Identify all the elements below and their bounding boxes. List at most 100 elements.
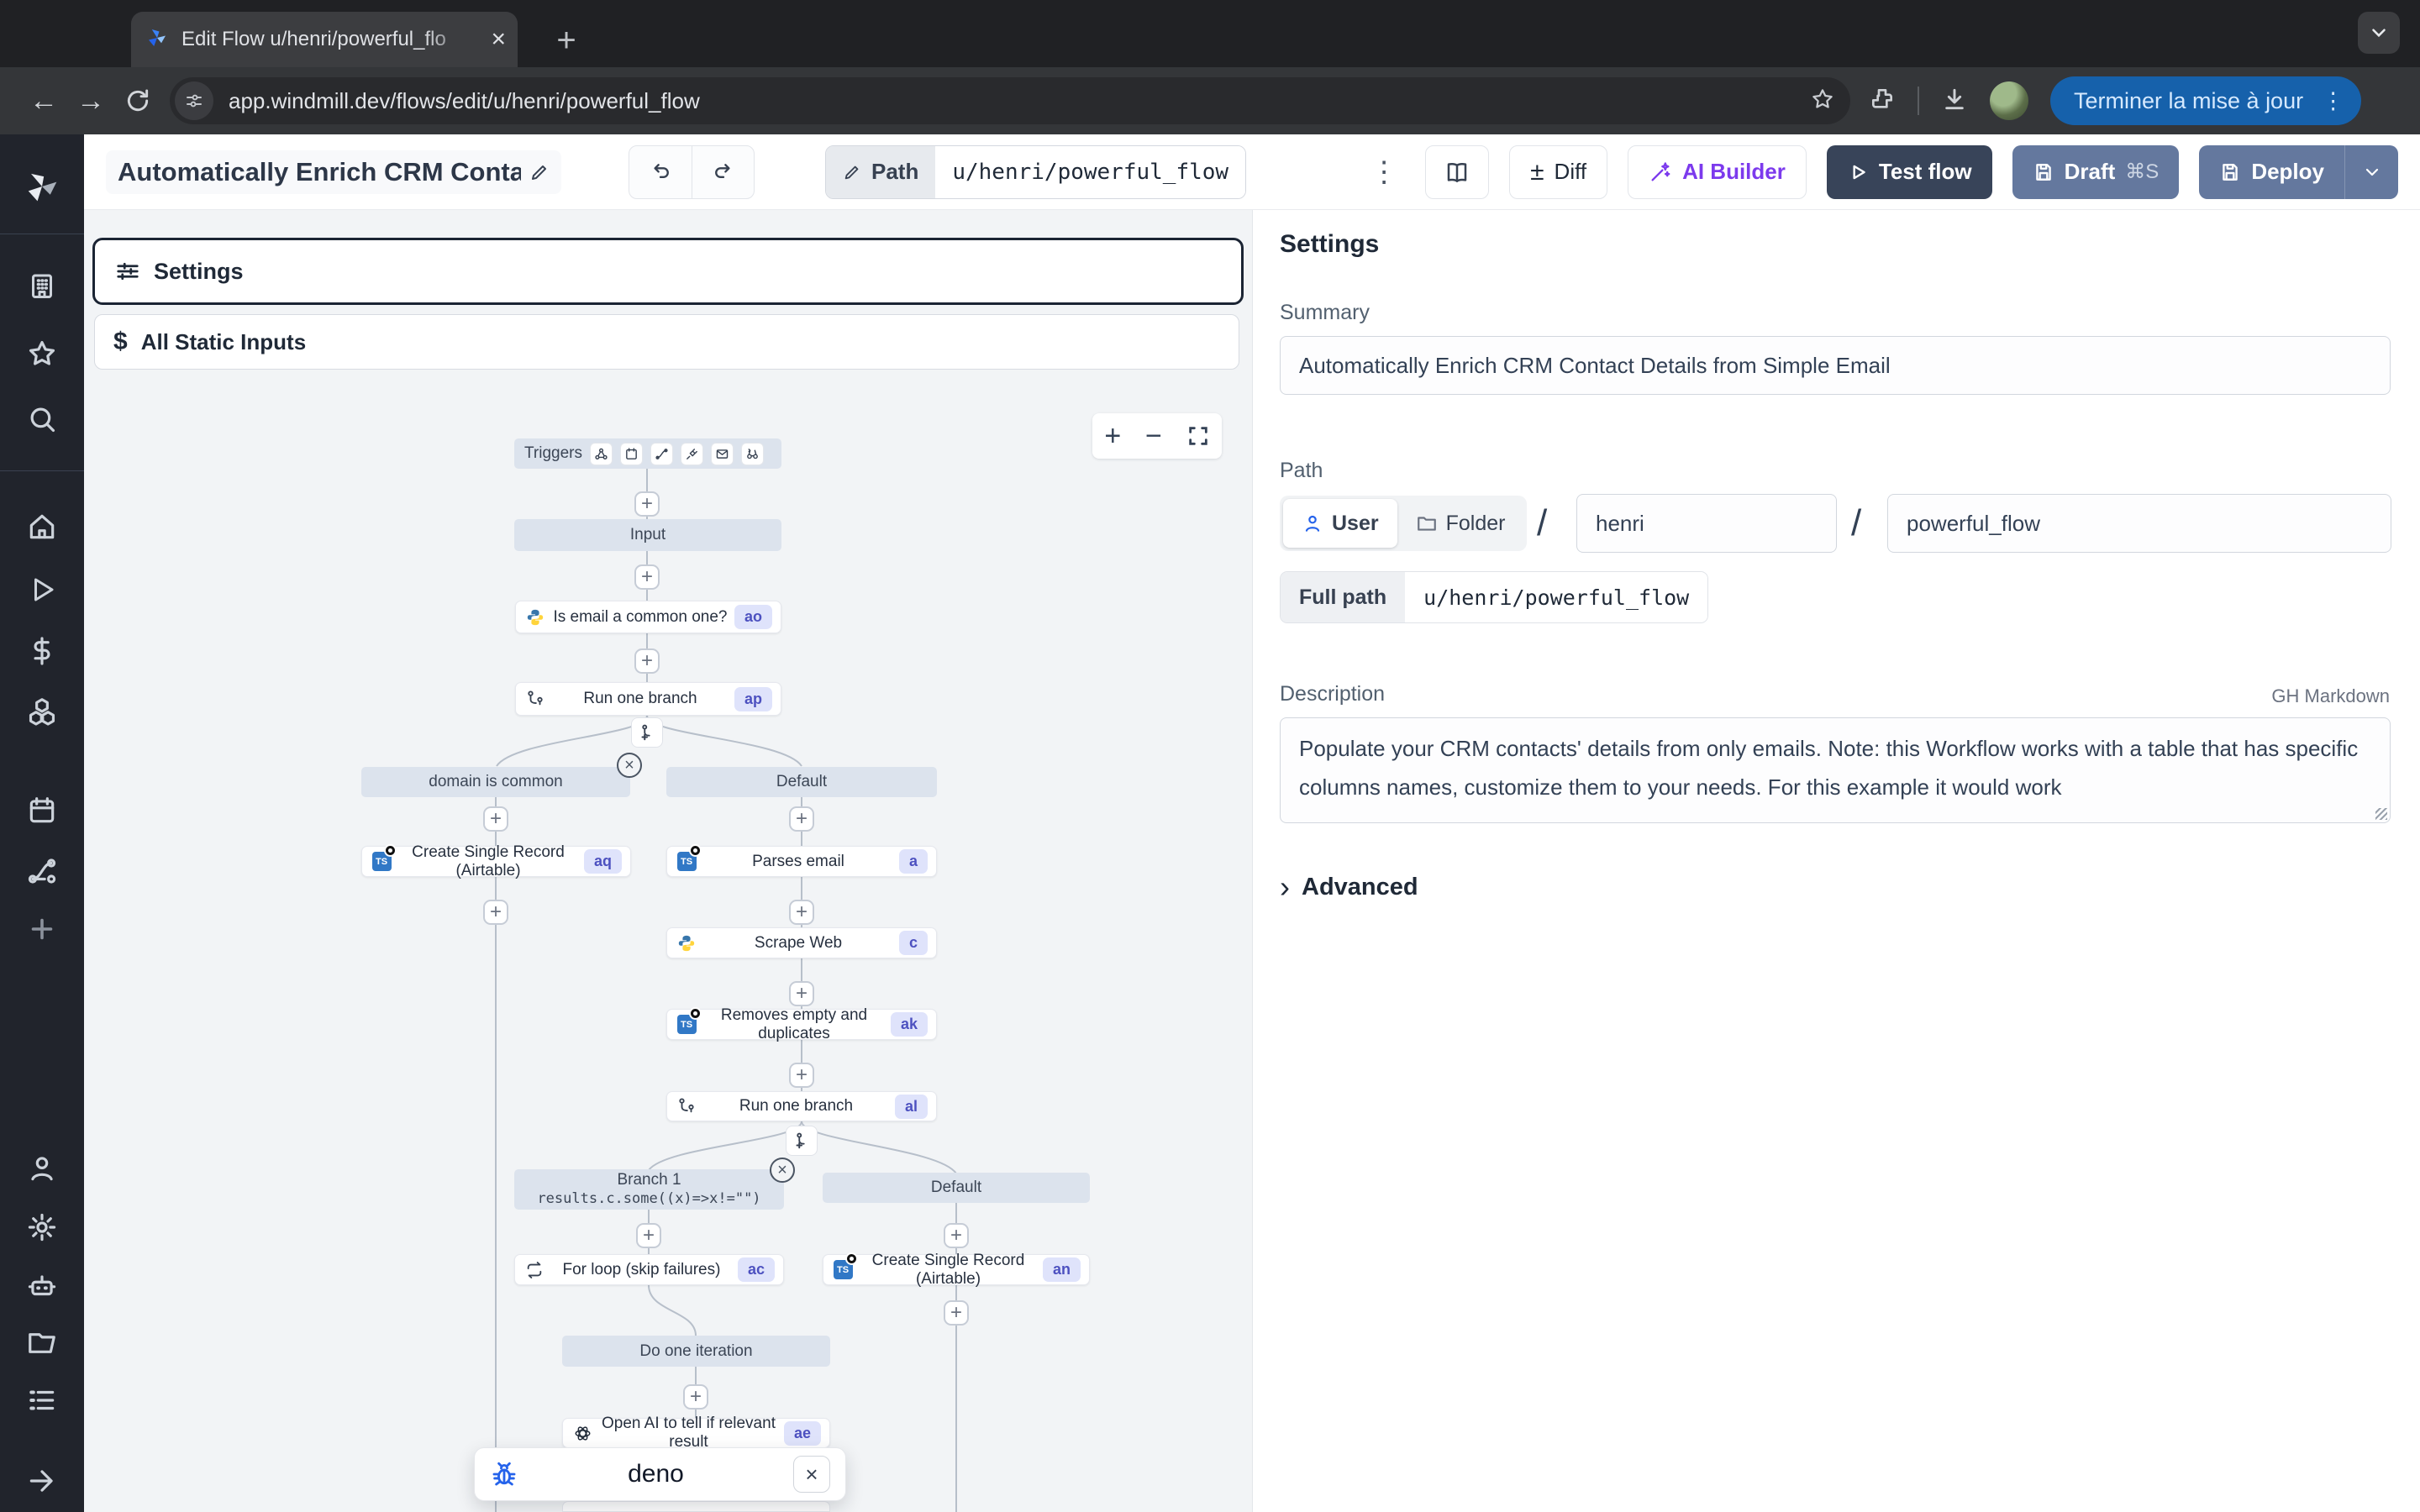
node-for-loop[interactable]: For loop (skip failures) ac bbox=[514, 1254, 784, 1285]
sidebar-item-schedules[interactable] bbox=[0, 795, 84, 827]
add-step-button[interactable]: + bbox=[944, 1223, 969, 1248]
node-scrape-web[interactable]: Scrape Web c bbox=[666, 927, 937, 958]
add-branch-button[interactable] bbox=[631, 717, 663, 748]
add-step-button[interactable]: + bbox=[634, 564, 660, 590]
advanced-section-toggle[interactable]: › Advanced bbox=[1280, 872, 1418, 902]
add-step-button[interactable]: + bbox=[789, 900, 814, 925]
sidebar-item-resources[interactable] bbox=[0, 696, 84, 727]
deno-runtime-popup[interactable]: deno × bbox=[474, 1447, 846, 1501]
diff-button[interactable]: ± Diff bbox=[1509, 145, 1607, 199]
sidebar-item-triggers[interactable] bbox=[0, 855, 84, 887]
tab-search-button[interactable] bbox=[2358, 12, 2400, 54]
folder-toggle[interactable]: Folder bbox=[1397, 499, 1524, 548]
back-button[interactable]: ← bbox=[20, 77, 67, 124]
new-tab-button[interactable]: + bbox=[544, 18, 588, 62]
ai-builder-button[interactable]: AI Builder bbox=[1628, 145, 1807, 199]
textarea-resize-handle[interactable] bbox=[2375, 808, 2387, 820]
sidebar-item-settings[interactable] bbox=[0, 1211, 84, 1243]
sidebar-item-logs[interactable] bbox=[0, 1384, 84, 1416]
summary-input[interactable] bbox=[1280, 336, 2391, 395]
branch-default-header-2[interactable]: Default bbox=[823, 1173, 1090, 1203]
webhook-trigger-icon[interactable] bbox=[590, 443, 613, 465]
branch-domain-header[interactable]: domain is common bbox=[361, 767, 630, 797]
remove-branch-button[interactable]: × bbox=[617, 753, 642, 778]
reload-button[interactable] bbox=[114, 77, 161, 124]
path-pill[interactable]: Path u/henri/powerful_flow bbox=[825, 145, 1246, 199]
profile-avatar[interactable] bbox=[1990, 81, 2028, 120]
flow-input-node[interactable]: Input bbox=[514, 519, 781, 551]
path-owner-input[interactable] bbox=[1576, 494, 1837, 553]
poll-trigger-icon[interactable] bbox=[741, 443, 764, 465]
forward-button[interactable]: → bbox=[67, 77, 114, 124]
header-kebab-icon[interactable]: ⋮ bbox=[1363, 155, 1405, 189]
description-textarea[interactable]: Populate your CRM contacts' details from… bbox=[1280, 717, 2391, 823]
add-step-button[interactable]: + bbox=[636, 1223, 661, 1248]
sidebar-expand-icon[interactable] bbox=[0, 1465, 84, 1497]
node-create-record-1[interactable]: TS Create Single Record (Airtable) aq bbox=[361, 846, 631, 877]
browser-update-button[interactable]: Terminer la mise à jour ⋮ bbox=[2050, 76, 2361, 125]
email-trigger-icon[interactable] bbox=[711, 443, 734, 465]
flow-title-wrap[interactable]: Automatically Enrich CRM Contact bbox=[106, 150, 561, 194]
fit-view-button[interactable] bbox=[1186, 424, 1210, 448]
node-openai-relevance[interactable]: Open AI to tell if relevant result ae bbox=[562, 1418, 830, 1448]
windmill-logo[interactable] bbox=[0, 165, 84, 208]
node-run-one-branch-2[interactable]: Run one branch al bbox=[666, 1091, 937, 1121]
add-step-button[interactable]: + bbox=[683, 1384, 708, 1410]
docs-button[interactable] bbox=[1425, 145, 1489, 199]
sidebar-item-workers[interactable] bbox=[0, 1270, 84, 1302]
node-create-record-2[interactable]: TS Create Single Record (Airtable) an bbox=[823, 1254, 1090, 1285]
deploy-button[interactable]: Deploy bbox=[2199, 145, 2344, 199]
plug-trigger-icon[interactable] bbox=[681, 443, 703, 465]
schedule-trigger-icon[interactable] bbox=[620, 443, 643, 465]
add-step-button[interactable]: + bbox=[483, 900, 508, 925]
branch-1-header[interactable]: Branch 1 results.c.some((x)=>x!="") bbox=[514, 1169, 784, 1210]
add-step-button[interactable]: + bbox=[634, 491, 660, 517]
node-run-one-branch-1[interactable]: Run one branch ap bbox=[515, 682, 781, 716]
sidebar-item-favorites[interactable] bbox=[0, 338, 84, 370]
sidebar-item-user[interactable] bbox=[0, 1152, 84, 1184]
sidebar-item-search[interactable] bbox=[0, 403, 84, 435]
add-step-button[interactable]: + bbox=[483, 806, 508, 832]
zoom-in-button[interactable]: + bbox=[1104, 422, 1121, 450]
sidebar-item-variables[interactable] bbox=[0, 635, 84, 667]
tab-close-icon[interactable]: × bbox=[491, 27, 506, 52]
browser-tab[interactable]: Edit Flow u/henri/powerful_flo × bbox=[131, 12, 518, 67]
sidebar-item-home[interactable] bbox=[0, 511, 84, 543]
bookmark-star-icon[interactable] bbox=[1810, 87, 1835, 116]
node-parses-email[interactable]: TS Parses email a bbox=[666, 846, 937, 877]
download-icon[interactable] bbox=[1941, 86, 1968, 117]
url-bar[interactable]: app.windmill.dev/flows/edit/u/henri/powe… bbox=[170, 77, 1850, 124]
test-flow-button[interactable]: Test flow bbox=[1827, 145, 1992, 199]
deploy-dropdown-button[interactable] bbox=[2344, 145, 2398, 199]
add-branch-button[interactable] bbox=[786, 1126, 818, 1156]
add-step-button[interactable]: + bbox=[789, 1063, 814, 1088]
node-is-email-common[interactable]: Is email a common one? ao bbox=[515, 601, 781, 633]
branch-default-header-1[interactable]: Default bbox=[666, 767, 937, 797]
add-step-button[interactable]: + bbox=[634, 648, 660, 674]
route-trigger-icon[interactable] bbox=[650, 443, 673, 465]
triggers-bar[interactable]: Triggers bbox=[514, 438, 781, 469]
sidebar-item-folders[interactable] bbox=[0, 1327, 84, 1359]
path-name-input[interactable] bbox=[1887, 494, 2391, 553]
add-step-button[interactable]: + bbox=[789, 806, 814, 832]
extensions-icon[interactable] bbox=[1869, 86, 1896, 117]
do-one-iteration-header[interactable]: Do one iteration bbox=[562, 1336, 830, 1367]
node-removes-duplicates[interactable]: TS Removes empty and duplicates ak bbox=[666, 1009, 937, 1040]
user-toggle[interactable]: User bbox=[1283, 499, 1397, 548]
draft-button[interactable]: Draft ⌘S bbox=[2012, 145, 2180, 199]
add-step-button[interactable]: + bbox=[789, 981, 814, 1006]
undo-button[interactable] bbox=[629, 146, 692, 198]
url-text[interactable]: app.windmill.dev/flows/edit/u/henri/powe… bbox=[229, 88, 1810, 114]
redo-button[interactable] bbox=[692, 146, 754, 198]
canvas-zoom-controls: + − bbox=[1092, 413, 1222, 459]
site-settings-icon[interactable] bbox=[175, 81, 213, 120]
edit-title-pencil-icon[interactable] bbox=[529, 162, 550, 182]
popup-close-button[interactable]: × bbox=[793, 1456, 830, 1493]
add-step-button[interactable]: + bbox=[944, 1300, 969, 1326]
browser-menu-icon[interactable]: ⋮ bbox=[2317, 88, 2349, 114]
sidebar-item-workspace[interactable] bbox=[0, 270, 84, 301]
sidebar-item-runs[interactable] bbox=[0, 575, 84, 605]
sidebar-item-create[interactable] bbox=[0, 914, 84, 944]
zoom-out-button[interactable]: − bbox=[1145, 422, 1162, 450]
remove-branch-button[interactable]: × bbox=[770, 1158, 795, 1183]
